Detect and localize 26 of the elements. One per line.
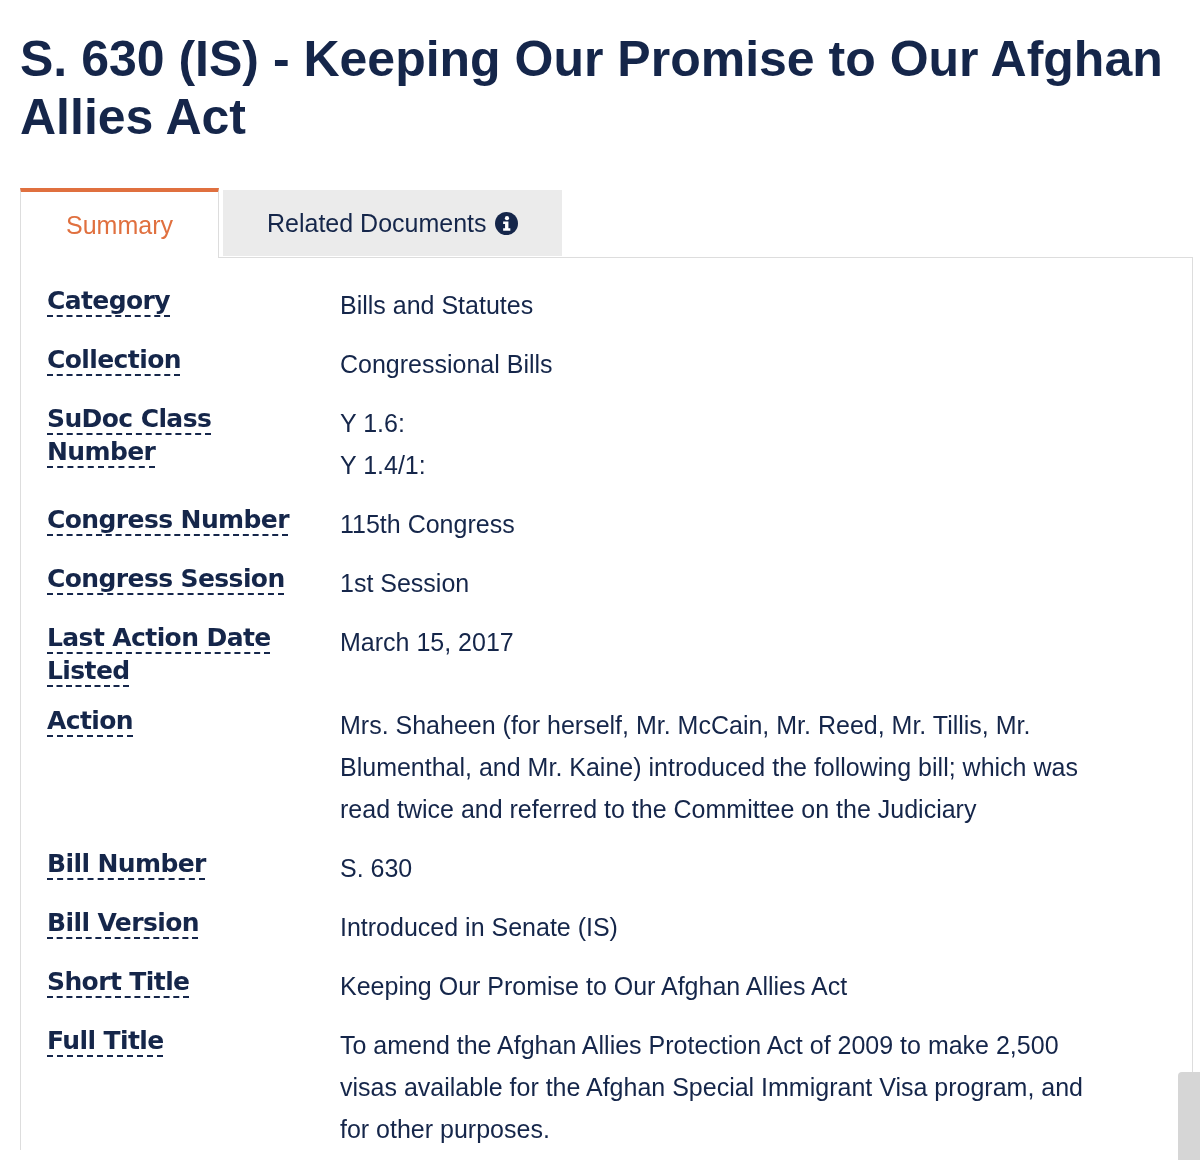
field-label: Full Title	[47, 1025, 164, 1057]
field-label: Bill Version	[47, 907, 199, 939]
field-value: Bills and Statutes	[340, 290, 535, 321]
field-label: Last Action Date Listed	[47, 622, 272, 687]
field-value: Mrs. Shaheen (for herself, Mr. McCain, Mr. Reed, Mr. Tillis, Mr. Blumenthal, and Mr. Kaine) introduced the following bill; which was read twice and referred to the Committee on the Judiciary	[340, 710, 1079, 825]
field-value: Congressional Bills	[340, 349, 554, 380]
tab[interactable]: Related Documents	[223, 190, 562, 256]
page-title: S. 630 (IS) - Keeping Our Promise to Our Afghan Allies Act	[20, 30, 1164, 146]
field-label: Congress Session	[47, 563, 285, 595]
field-value: Y 1.4/1:	[340, 450, 427, 481]
field-value: S. 630	[340, 853, 414, 884]
field-label: Action	[47, 705, 134, 737]
field-value: Introduced in Senate (IS)	[340, 912, 619, 943]
field-label: Short Title	[47, 966, 190, 998]
field-label: Collection	[47, 344, 181, 376]
field-value: To amend the Afghan Allies Protection Act of 2009 to make 2,500 visas available for the Afghan Special Immigrant Visa program, and for other purposes.	[340, 1030, 1084, 1145]
field-value: Keeping Our Promise to Our Afghan Allies Act	[340, 971, 849, 1002]
field-label: SuDoc Class Number	[47, 403, 213, 468]
field-value: Y 1.6:	[340, 408, 406, 439]
field-value: 1st Session	[340, 568, 471, 599]
field-value: 115th Congress	[340, 509, 516, 540]
field-label: Congress Number	[47, 504, 289, 536]
scrollbar-thumb[interactable]	[1178, 1072, 1200, 1160]
field-label: Bill Number	[47, 848, 206, 880]
field-label: Category	[47, 285, 171, 317]
field-value: March 15, 2017	[340, 627, 515, 658]
